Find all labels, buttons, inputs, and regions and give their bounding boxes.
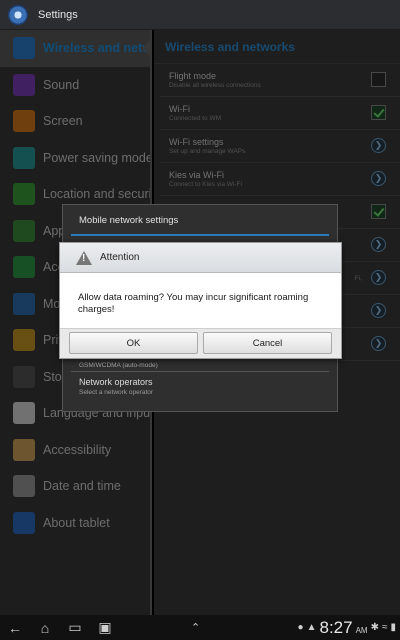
chevron-up-icon[interactable]: ⌃ [191, 621, 200, 634]
warning-notification-icon: ▲ [306, 622, 317, 633]
dialog-message: Allow data roaming? You may incur signif… [78, 292, 309, 315]
settings-gear-icon [8, 4, 28, 25]
title-underline [71, 234, 329, 236]
warning-icon [76, 250, 92, 265]
bluetooth-icon: ✱ [370, 622, 379, 633]
back-icon[interactable]: ← [0, 615, 30, 640]
dialog-button-bar: OK Cancel [60, 328, 341, 358]
title-bar: Settings [0, 0, 400, 30]
system-bar: ← ⌂ ▭ ▣ ⌃ ● ▲ 8:27 AM ✱ ≈ ▮ [0, 615, 400, 640]
android-debug-icon: ● [297, 622, 304, 633]
attention-dialog: Attention Allow data roaming? You may in… [59, 242, 342, 359]
app-title: Settings [38, 8, 78, 21]
screenshot-icon[interactable]: ▣ [90, 615, 120, 640]
network-mode-summary: GSM/WCDMA (auto-mode) [79, 362, 158, 369]
battery-icon: ▮ [390, 622, 396, 633]
network-operators-title: Network operators [79, 377, 153, 387]
dialog-title: Mobile network settings [79, 214, 179, 226]
dialog-header: Attention [60, 243, 341, 273]
network-operators-item[interactable]: Network operators Select a network opera… [79, 377, 153, 396]
ok-button[interactable]: OK [69, 332, 198, 354]
clock-ampm: AM [355, 625, 368, 635]
divider [71, 371, 329, 372]
home-icon[interactable]: ⌂ [30, 615, 60, 640]
network-operators-subtitle: Select a network operator [79, 389, 154, 396]
recent-apps-icon[interactable]: ▭ [60, 615, 90, 640]
dialog-title: Attention [100, 252, 140, 263]
clock-time: 8:27 [319, 617, 353, 637]
wifi-icon: ≈ [381, 622, 388, 633]
cancel-button[interactable]: Cancel [203, 332, 332, 354]
status-area[interactable]: ● ▲ 8:27 AM ✱ ≈ ▮ [298, 615, 396, 640]
